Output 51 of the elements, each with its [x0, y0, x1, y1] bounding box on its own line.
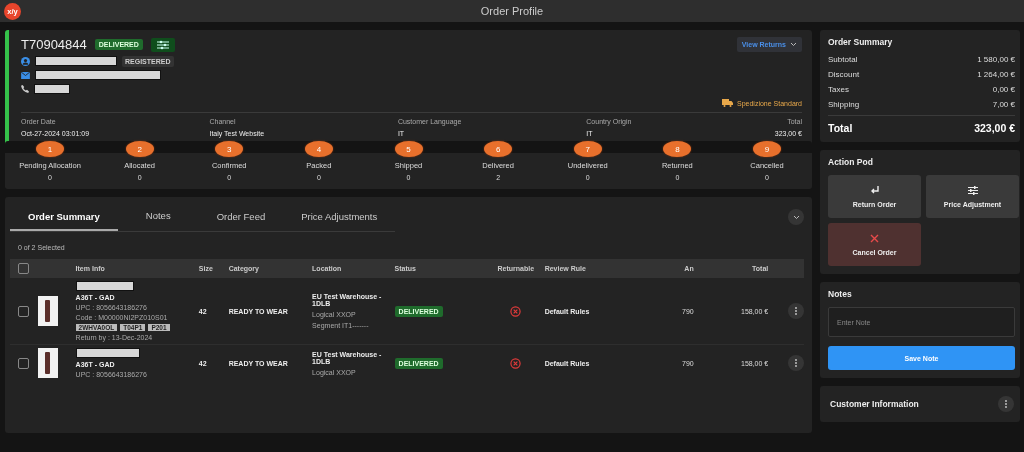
summary-label: Subtotal	[828, 55, 858, 64]
summary-value: 7,00 €	[992, 100, 1015, 109]
sliders-icon	[967, 185, 978, 195]
total-value: 323,00 €	[974, 122, 1015, 134]
row-checkbox[interactable]	[18, 357, 30, 369]
chevron-down-icon	[790, 42, 797, 47]
step-number: 6	[484, 141, 513, 157]
step-number: 4	[304, 141, 333, 157]
product-thumbnail	[37, 296, 58, 326]
email-icon	[21, 71, 30, 79]
step-number: 3	[215, 141, 244, 157]
total-label: Total	[828, 122, 853, 134]
card-title: Order Summary	[828, 37, 894, 47]
card-title: Customer Information	[830, 399, 919, 409]
redaction-block	[75, 348, 140, 358]
redaction-block	[75, 281, 134, 291]
summary-value: 0,00 €	[992, 85, 1015, 94]
truck-icon	[722, 99, 733, 107]
card-title: Notes	[828, 289, 853, 299]
product-thumbnail	[37, 348, 58, 378]
step-number: 1	[36, 141, 64, 157]
summary-value: 1 580,00 €	[977, 55, 1015, 64]
more-button[interactable]	[998, 396, 1014, 412]
step-number: 5	[394, 141, 423, 157]
step-number: 8	[663, 141, 692, 157]
sliders-icon	[156, 39, 169, 50]
more-button[interactable]	[788, 355, 804, 371]
tab[interactable]: Order Feed	[198, 202, 284, 231]
select-all-checkbox[interactable]	[18, 263, 30, 274]
summary-value: 1 264,00 €	[977, 70, 1015, 79]
redaction-block	[34, 84, 70, 94]
phone-icon	[21, 85, 29, 93]
summary-label: Taxes	[828, 85, 849, 94]
close-icon	[870, 233, 879, 243]
step-number: 2	[125, 141, 154, 157]
row-checkbox[interactable]	[18, 305, 30, 317]
summary-label: Discount	[828, 70, 860, 79]
return-arrow-icon	[869, 185, 880, 195]
step-number: 9	[753, 141, 781, 157]
filter-button[interactable]	[150, 37, 175, 52]
order-id: T70904844	[21, 37, 87, 52]
window-title: Order Profile	[479, 5, 545, 17]
user-icon	[21, 56, 30, 66]
chevron-down-icon	[792, 214, 800, 220]
card-title: Action Pod	[828, 157, 874, 167]
step-number: 7	[573, 141, 602, 157]
tab[interactable]: Notes	[117, 202, 199, 231]
more-button[interactable]	[788, 303, 804, 319]
summary-label: Shipping	[828, 100, 860, 109]
tab[interactable]: Order Summary	[10, 202, 118, 231]
tab[interactable]: Price Adjustments	[283, 202, 396, 231]
